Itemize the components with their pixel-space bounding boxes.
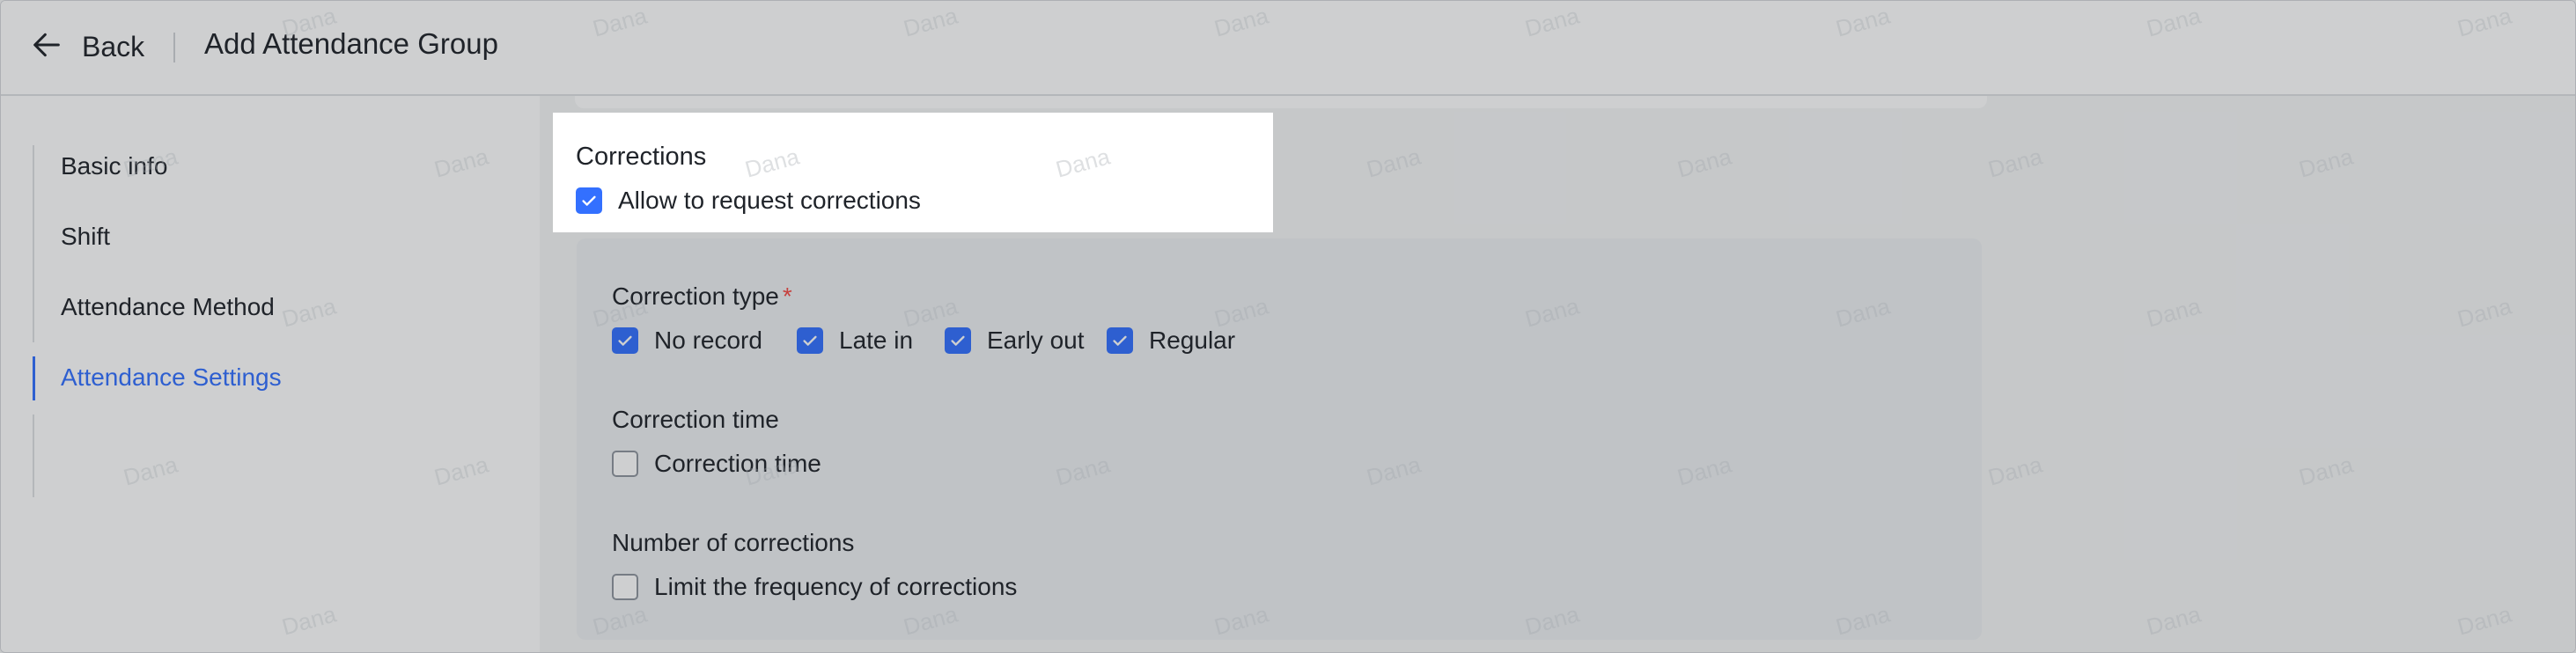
corrections-settings-panel: Correction type * No record Late in Early… <box>577 238 1982 640</box>
sidebar-item-basic-info[interactable]: Basic info <box>61 152 167 180</box>
checkbox-no-record[interactable]: No record <box>612 326 762 355</box>
app-window: Back Add Attendance Group Basic info Shi… <box>0 0 2576 653</box>
back-label: Back <box>82 30 145 62</box>
sidebar-item-shift[interactable]: Shift <box>61 223 110 251</box>
number-of-corrections-title: Number of corrections <box>612 529 855 556</box>
checkbox-checked-icon[interactable] <box>612 327 638 354</box>
checkbox-checked-icon[interactable] <box>1107 327 1133 354</box>
checkbox-label: Limit the frequency of corrections <box>654 573 1018 600</box>
checkbox-late-in[interactable]: Late in <box>797 326 913 355</box>
header-divider <box>173 33 175 62</box>
correction-type-title: Correction type * <box>612 282 792 310</box>
checkbox-unchecked-icon[interactable] <box>612 451 638 477</box>
sidebar-item-attendance-settings[interactable]: Attendance Settings <box>61 363 282 392</box>
corrections-highlight-box: Corrections Allow to request corrections <box>553 113 1273 232</box>
required-mark: * <box>782 282 792 310</box>
checkbox-label: Early out <box>987 326 1085 354</box>
checkbox-checked-icon[interactable] <box>576 187 602 214</box>
correction-time-title: Correction time <box>612 406 779 433</box>
page-title: Add Attendance Group <box>204 27 498 60</box>
checkbox-limit-frequency[interactable]: Limit the frequency of corrections <box>612 573 1017 601</box>
corrections-title: Corrections <box>576 143 707 171</box>
sidebar: Basic info Shift Attendance Method Atten… <box>1 96 540 652</box>
checkbox-correction-time[interactable]: Correction time <box>612 450 821 478</box>
checkbox-label: Late in <box>839 326 914 354</box>
checkbox-label: No record <box>654 326 762 354</box>
sidebar-track <box>33 145 34 497</box>
checkbox-label: Regular <box>1149 326 1236 354</box>
arrow-left-icon <box>29 27 64 67</box>
checkbox-unchecked-icon[interactable] <box>612 574 638 600</box>
top-header: Back Add Attendance Group <box>1 1 2575 96</box>
sidebar-item-attendance-method[interactable]: Attendance Method <box>61 293 275 321</box>
right-gutter <box>2019 96 2575 652</box>
sidebar-active-indicator <box>33 356 35 400</box>
checkbox-regular[interactable]: Regular <box>1107 326 1235 355</box>
checkbox-label: Correction time <box>654 450 821 477</box>
checkbox-label: Allow to request corrections <box>618 187 921 214</box>
checkbox-early-out[interactable]: Early out <box>945 326 1085 355</box>
checkbox-checked-icon[interactable] <box>797 327 823 354</box>
back-button[interactable]: Back <box>29 22 144 71</box>
checkbox-checked-icon[interactable] <box>945 327 971 354</box>
checkbox-allow-corrections[interactable]: Allow to request corrections <box>576 187 921 215</box>
previous-card <box>575 96 1987 108</box>
